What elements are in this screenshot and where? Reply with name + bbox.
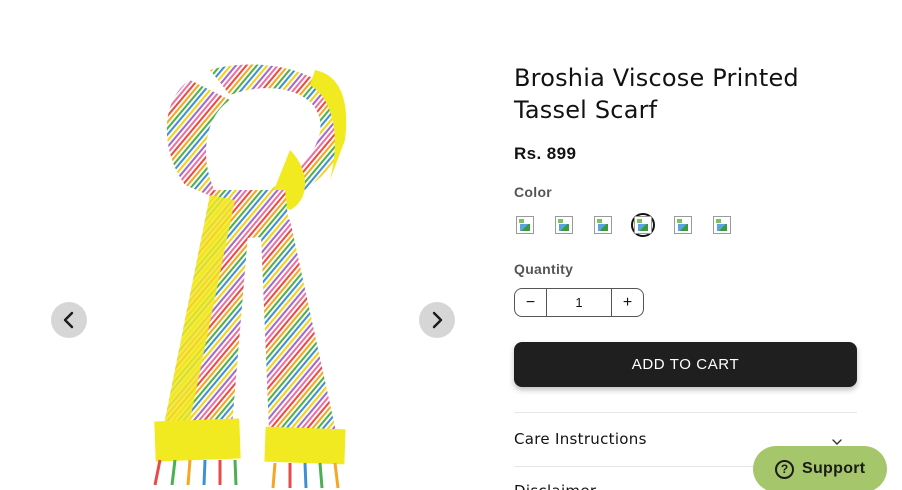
product-info: Broshia Viscose Printed Tassel Scarf Rs.… xyxy=(514,62,857,490)
accordion-title: Care Instructions xyxy=(514,430,647,448)
color-swatch[interactable] xyxy=(553,214,575,236)
quantity-stepper: − 1 + xyxy=(514,288,644,317)
color-swatch-selected[interactable] xyxy=(631,213,655,237)
support-label: Support xyxy=(802,460,866,477)
product-gallery xyxy=(0,0,500,490)
broken-image-icon xyxy=(594,216,612,234)
color-label: Color xyxy=(514,184,553,200)
color-swatch[interactable] xyxy=(711,214,733,236)
color-swatch[interactable] xyxy=(672,214,694,236)
quantity-decrease-button[interactable]: − xyxy=(515,289,546,316)
broken-image-icon xyxy=(634,216,652,234)
broken-image-icon xyxy=(674,216,692,234)
broken-image-icon xyxy=(555,216,573,234)
quantity-input[interactable]: 1 xyxy=(546,289,612,316)
broken-image-icon xyxy=(516,216,534,234)
color-swatch[interactable] xyxy=(592,214,614,236)
product-title: Broshia Viscose Printed Tassel Scarf xyxy=(514,64,799,124)
quantity-label: Quantity xyxy=(514,261,574,277)
gallery-next-button[interactable] xyxy=(419,302,455,338)
product-price: Rs. 899 xyxy=(514,144,577,163)
chevron-down-icon xyxy=(832,439,842,445)
chevron-right-icon xyxy=(432,311,443,329)
chevron-left-icon xyxy=(63,311,74,329)
quantity-increase-button[interactable]: + xyxy=(612,289,643,316)
broken-image-icon xyxy=(713,216,731,234)
product-image[interactable] xyxy=(140,60,370,490)
support-button[interactable]: ? Support xyxy=(753,446,887,490)
help-icon: ? xyxy=(775,459,794,479)
add-to-cart-button[interactable]: ADD TO CART xyxy=(514,342,857,387)
divider xyxy=(514,412,857,413)
color-swatch[interactable] xyxy=(514,214,536,236)
accordion-title: Disclaimer xyxy=(514,482,596,490)
gallery-prev-button[interactable] xyxy=(51,302,87,338)
color-swatches xyxy=(514,213,750,237)
